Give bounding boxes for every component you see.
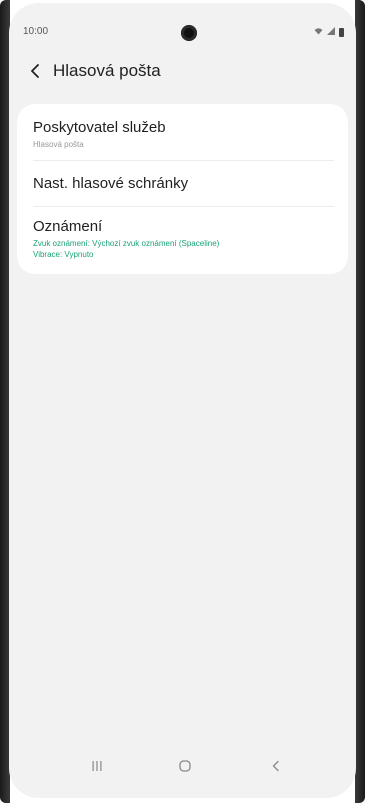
setting-title: Nast. hlasové schránky (33, 175, 189, 192)
setting-service-provider[interactable]: Poskytovatel služeb Hlasová pošta (17, 108, 348, 160)
navigation-bar (9, 754, 356, 778)
phone-frame-right (355, 0, 365, 803)
setting-subtitle: Hlasová pošta (33, 140, 84, 149)
status-time: 10:00 (23, 26, 49, 37)
chevron-left-icon[interactable] (25, 59, 45, 83)
settings-card: Poskytovatel služeb Hlasová pošta Nast. … (17, 104, 348, 274)
battery-icon (339, 27, 344, 37)
app-header: Hlasová pošta (25, 59, 161, 83)
phone-screen: 10:00 Hlasová pošta Poskytovatel služeb … (9, 3, 356, 798)
home-icon[interactable] (173, 754, 197, 778)
status-icons (314, 27, 344, 37)
setting-title: Oznámení (33, 218, 103, 235)
signal-icon (327, 27, 335, 37)
setting-voicemail-settings[interactable]: Nast. hlasové schránky (17, 161, 348, 206)
setting-notifications[interactable]: Oznámení Zvuk oznámení: Výchozí zvuk ozn… (17, 207, 348, 270)
front-camera (181, 25, 197, 41)
wifi-icon (314, 27, 323, 37)
notification-sound-value: Zvuk oznámení: Výchozí zvuk oznámení (Sp… (33, 239, 220, 248)
vibration-value: Vibrace: Vypnuto (33, 250, 94, 259)
recents-icon[interactable] (85, 754, 109, 778)
status-bar: 10:00 (9, 25, 356, 43)
page-title: Hlasová pošta (53, 61, 161, 80)
nav-back-icon[interactable] (264, 754, 288, 778)
setting-title: Poskytovatel služeb (33, 119, 166, 136)
